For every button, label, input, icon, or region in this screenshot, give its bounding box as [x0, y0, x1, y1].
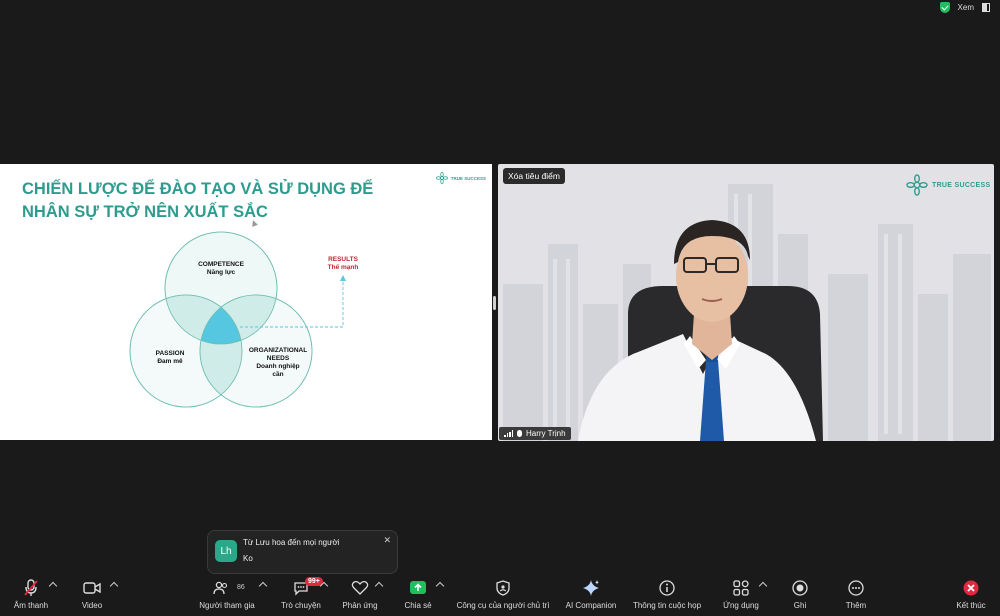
- host-tools-button[interactable]: Công cụ của người chủ trì: [457, 574, 549, 616]
- video-button[interactable]: Video: [47, 574, 137, 616]
- encryption-shield-icon[interactable]: [939, 1, 950, 13]
- more-icon: [847, 579, 865, 597]
- sparkle-icon: [582, 579, 600, 597]
- chat-notification[interactable]: Lh Từ Lưu hoa đến mọi người Ko ✕: [207, 530, 398, 574]
- avatar: Lh: [215, 540, 237, 562]
- info-icon: [658, 579, 676, 597]
- close-icon[interactable]: ✕: [383, 535, 391, 546]
- meeting-toolbar: Âm thanh Video 86 Người tham gia 99+ Trò…: [0, 574, 1000, 616]
- end-meeting-button[interactable]: Kết thúc: [926, 574, 1000, 616]
- apps-icon: [732, 579, 750, 597]
- video-label: Video: [81, 601, 103, 610]
- chat-notification-message: Ko: [243, 554, 253, 563]
- venn-diagram: [129, 231, 346, 408]
- video-logo-text: TRUE SUCCESS: [932, 181, 991, 189]
- record-icon: [791, 579, 809, 597]
- view-button[interactable]: Xem: [958, 3, 974, 12]
- share-screen-icon: [409, 579, 427, 597]
- remove-spotlight-button[interactable]: Xóa tiêu điểm: [503, 168, 565, 184]
- video-frame: [503, 184, 991, 441]
- participant-name-tag: Harry Trịnh: [499, 427, 571, 440]
- results-label: RESULTS Thế mạnh: [327, 256, 359, 271]
- end-call-icon: [962, 579, 980, 597]
- competence-label: COMPETENCE Năng lực: [198, 261, 244, 276]
- top-bar: Xem: [939, 0, 1000, 14]
- end-meeting-label: Kết thúc: [956, 601, 986, 610]
- chat-notification-title: Từ Lưu hoa đến mọi người: [243, 538, 340, 547]
- passion-label: PASSION Đam mê: [155, 350, 185, 365]
- host-tools-label: Công cụ của người chủ trì: [456, 601, 550, 610]
- shield-icon: [494, 579, 512, 597]
- shared-screen: CHIẾN LƯỢC ĐỂ ĐÀO TẠO VÀ SỬ DỤNG ĐỂ NHÂN…: [0, 164, 492, 440]
- split-view-handle[interactable]: [493, 296, 496, 310]
- signal-icon: [504, 430, 513, 437]
- participant-name: Harry Trịnh: [526, 429, 566, 438]
- mic-muted-icon: [22, 579, 40, 597]
- video-camera-icon: [83, 579, 101, 597]
- flower-logo-icon: [906, 174, 928, 196]
- video-logo: TRUE SUCCESS: [906, 174, 990, 196]
- more-button[interactable]: Thêm: [811, 574, 901, 616]
- participants-count: 86: [237, 584, 245, 591]
- view-layout-icon[interactable]: [982, 2, 990, 12]
- participants-icon: [212, 579, 230, 597]
- video-tile[interactable]: [498, 164, 994, 441]
- org-needs-label: ORGANIZATIONAL NEEDS Doanh nghiệp cần: [248, 347, 308, 378]
- more-label: Thêm: [845, 601, 867, 610]
- heart-icon: [351, 579, 369, 597]
- results-arrow: [340, 275, 346, 281]
- mic-icon: [517, 430, 522, 437]
